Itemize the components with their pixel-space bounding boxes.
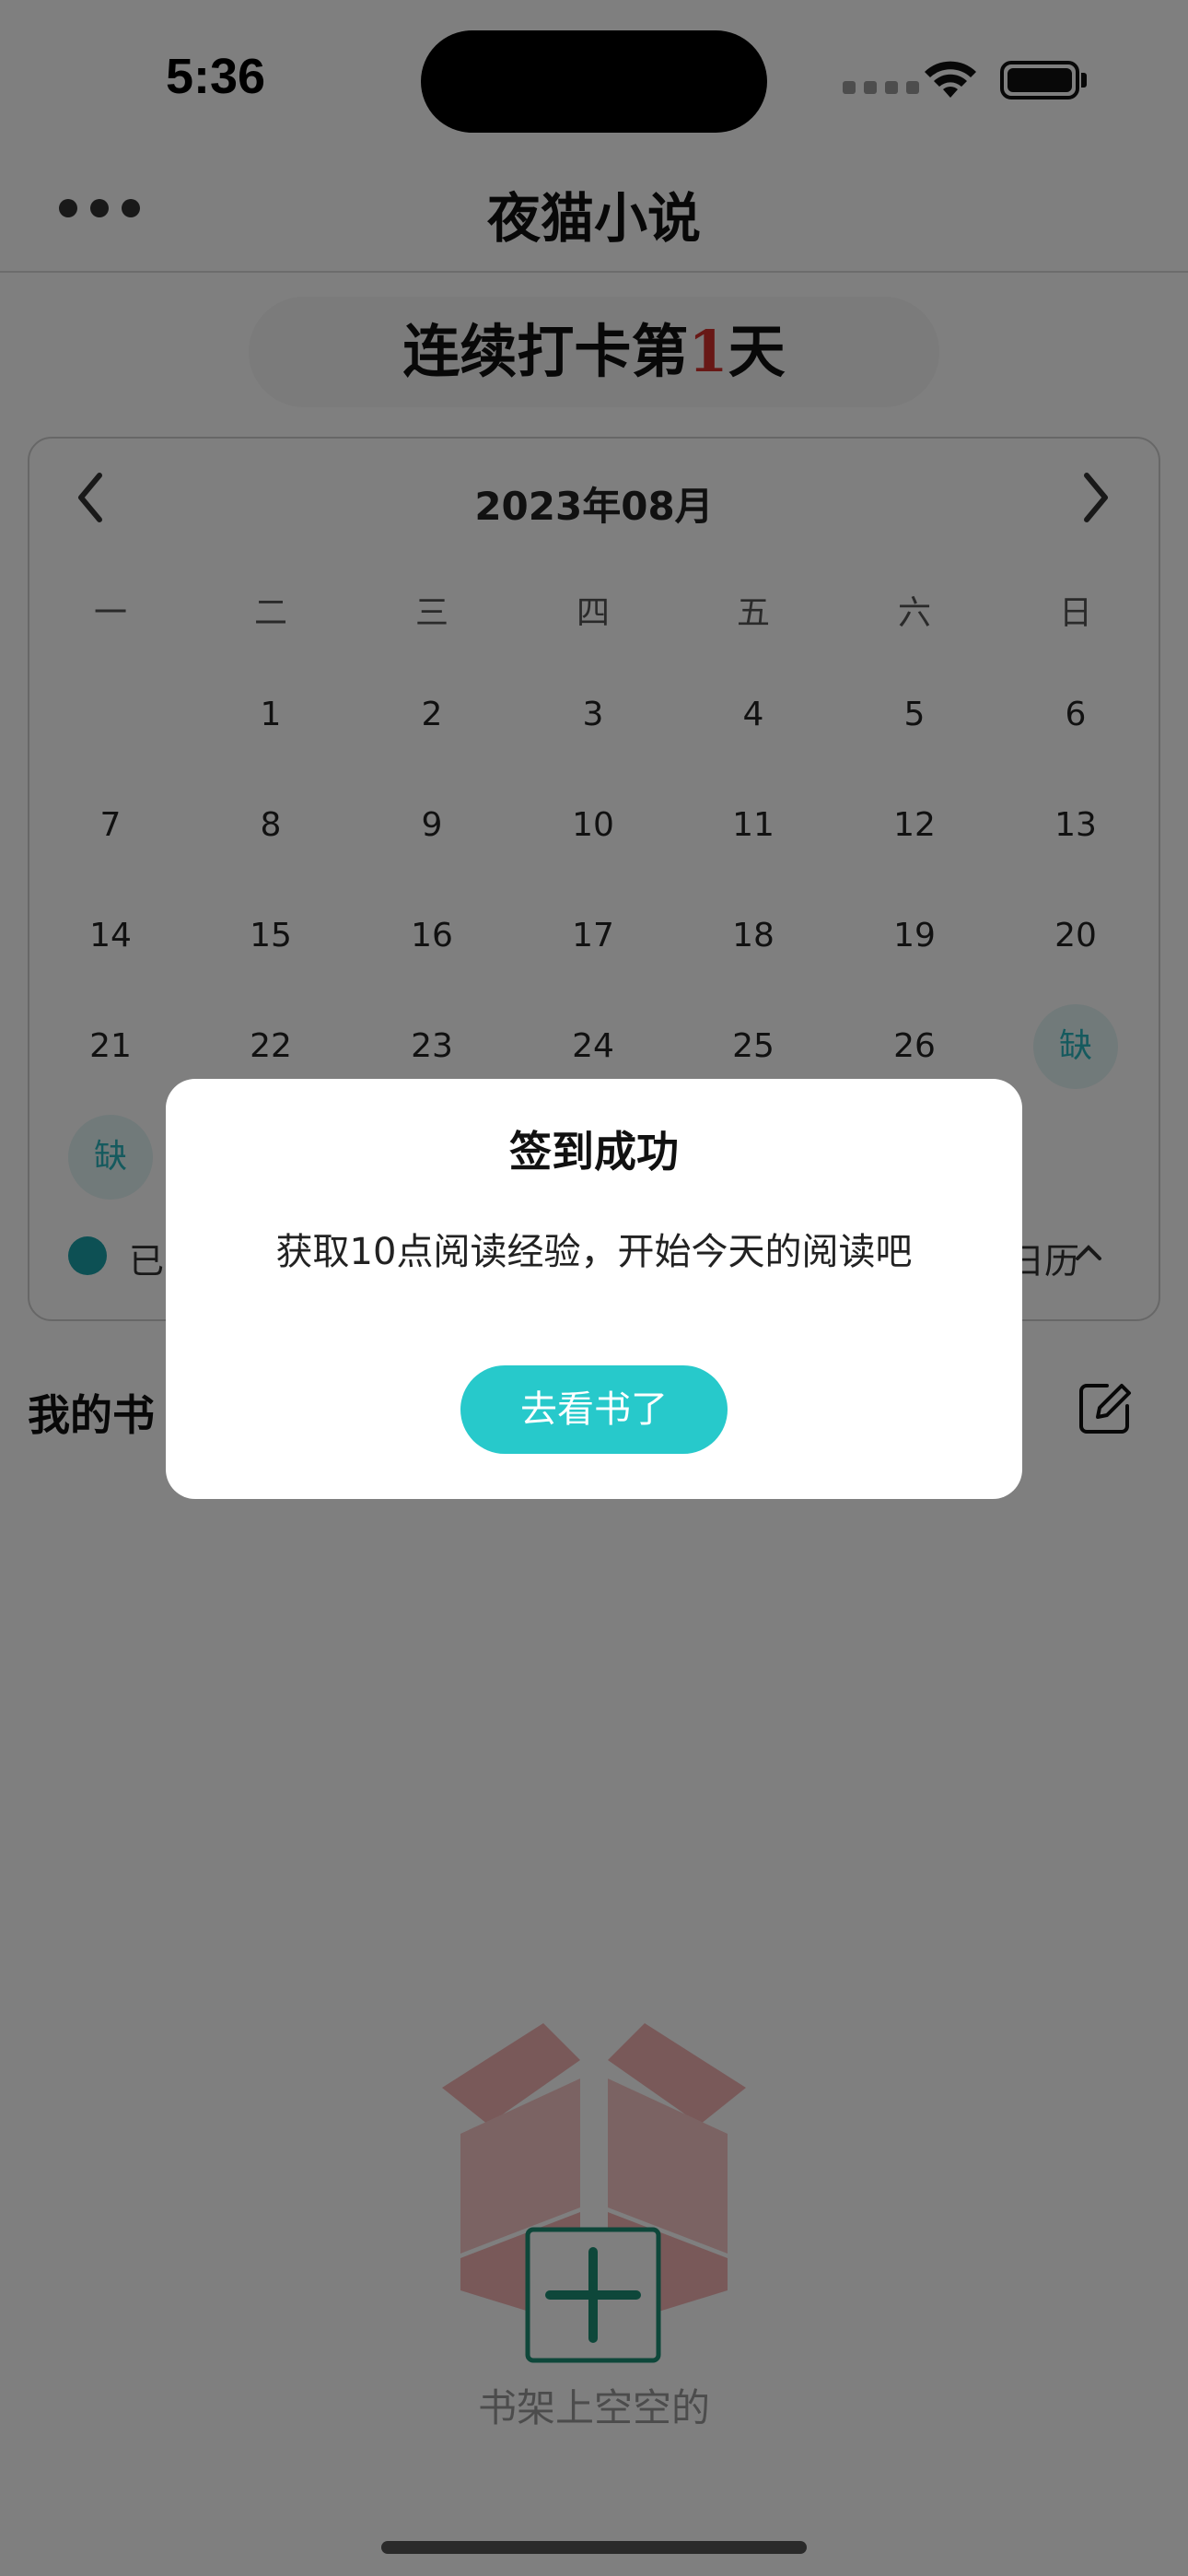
- dialog-message: 获取10点阅读经验，开始今天的阅读吧: [275, 1231, 913, 1273]
- dialog-title: 签到成功: [509, 1127, 679, 1177]
- go-read-button[interactable]: 去看书了: [460, 1365, 728, 1454]
- home-indicator[interactable]: [381, 2541, 807, 2554]
